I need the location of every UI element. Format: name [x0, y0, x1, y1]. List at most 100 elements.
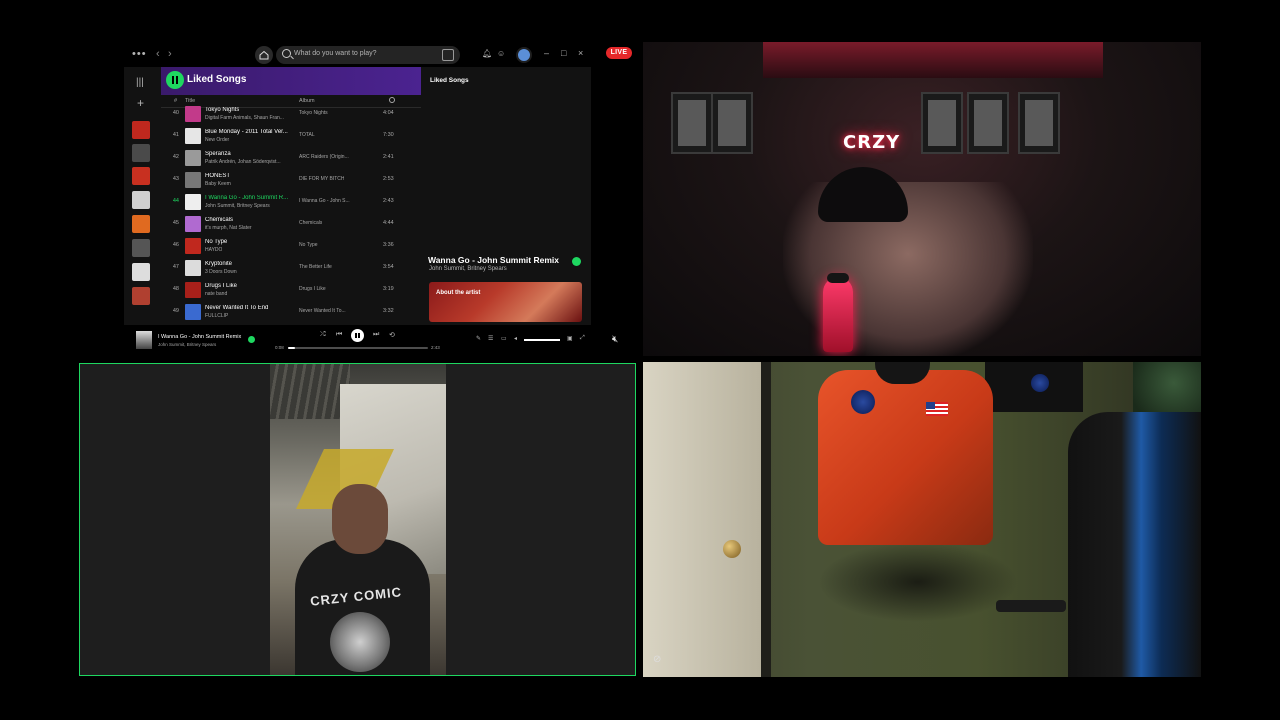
- rail-playlist-thumb[interactable]: [132, 121, 150, 139]
- track-artist[interactable]: Baby Keem: [205, 181, 231, 187]
- previous-icon[interactable]: ⏮︎: [336, 331, 342, 339]
- track-duration: 3:54: [383, 264, 394, 270]
- liked-check-icon[interactable]: [248, 336, 255, 343]
- track-artist[interactable]: it's murph, Nat Slater: [205, 225, 252, 231]
- track-artist[interactable]: 3 Doors Down: [205, 269, 237, 275]
- close-icon[interactable]: ×: [578, 48, 583, 58]
- friends-icon[interactable]: ☺: [497, 49, 505, 58]
- track-cover: [185, 172, 201, 188]
- shuffle-icon[interactable]: ⤮: [320, 331, 326, 339]
- repeat-icon[interactable]: ⟲: [389, 331, 395, 339]
- track-album[interactable]: Drugs I Like: [299, 286, 326, 292]
- track-row[interactable]: 43 HONEST Baby Keem DIE FOR MY BITCH 2:53: [161, 169, 421, 191]
- home-button[interactable]: [255, 46, 273, 64]
- track-artist[interactable]: New Order: [205, 137, 229, 143]
- rail-playlist-thumb[interactable]: [132, 191, 150, 209]
- track-title[interactable]: Kryptonite: [205, 261, 232, 267]
- track-title[interactable]: HONEST: [205, 173, 230, 179]
- track-number: 45: [172, 220, 179, 226]
- track-title[interactable]: Tokyo Nights: [205, 107, 239, 113]
- track-album[interactable]: TOTAL: [299, 132, 315, 138]
- shirt-graphic: [330, 612, 390, 672]
- track-title[interactable]: No Type: [205, 239, 227, 245]
- rail-playlist-thumb[interactable]: [132, 215, 150, 233]
- track-artist[interactable]: John Summit, Britney Spears: [205, 203, 270, 209]
- track-title[interactable]: Drugs I Like: [205, 283, 237, 289]
- track-artist[interactable]: HAYDO: [205, 247, 222, 253]
- room-camera-panel[interactable]: ⊘: [643, 362, 1201, 677]
- track-album[interactable]: Tokyo Nights: [299, 110, 328, 116]
- search-input[interactable]: What do you want to play?: [276, 46, 460, 64]
- ceiling-light: [763, 42, 1103, 78]
- next-icon[interactable]: ⏭︎: [373, 331, 379, 339]
- track-album[interactable]: ARC Raiders (Origin...: [299, 154, 349, 160]
- pause-button[interactable]: [166, 71, 184, 89]
- about-artist-card[interactable]: About the artist: [429, 282, 582, 322]
- track-artist[interactable]: Digital Farm Animals, Shaun Fran...: [205, 115, 284, 121]
- track-row[interactable]: 48 Drugs I Like nate band Drugs I Like 3:19: [161, 279, 421, 301]
- total-time: 2:43: [431, 345, 440, 350]
- rail-playlist-thumb[interactable]: [132, 287, 150, 305]
- track-row[interactable]: 44 I Wanna Go - John Summit R... John Summ…: [161, 191, 421, 213]
- track-album[interactable]: The Better Life: [299, 264, 332, 270]
- now-playing-panel: Liked Songs Wanna Go - John Summit Remix…: [424, 67, 591, 325]
- now-playing-title[interactable]: Wanna Go - John Summit Remix: [428, 255, 559, 265]
- rail-playlist-thumb[interactable]: [132, 167, 150, 185]
- fullscreen-icon[interactable]: ⤢: [580, 335, 585, 342]
- track-row[interactable]: 41 Blue Monday - 2011 Total Ver... New Ord…: [161, 125, 421, 147]
- volume-slider[interactable]: [524, 339, 560, 341]
- track-row[interactable]: 45 Chemicals it's murph, Nat Slater Chemica…: [161, 213, 421, 235]
- track-album[interactable]: I Wanna Go - John S...: [299, 198, 350, 204]
- track-album[interactable]: DIE FOR MY BITCH: [299, 176, 344, 182]
- rail-playlist-thumb[interactable]: [132, 239, 150, 257]
- liked-check-icon[interactable]: [572, 257, 581, 266]
- avatar[interactable]: [516, 47, 532, 63]
- track-artist[interactable]: Patrik Andrén, Johan Söderqvist...: [205, 159, 281, 165]
- track-title[interactable]: Chemicals: [205, 217, 233, 223]
- muted-speaker-icon[interactable]: 🔇︎: [612, 334, 618, 345]
- track-cover: [185, 194, 201, 210]
- track-row[interactable]: 40 Tokyo Nights Digital Farm Animals, Shau…: [161, 103, 421, 125]
- minimize-icon[interactable]: –: [544, 48, 549, 58]
- track-title[interactable]: Speranza: [205, 151, 231, 157]
- rail-playlist-thumb[interactable]: [132, 263, 150, 281]
- mic-icon[interactable]: ✎: [476, 335, 481, 342]
- track-album[interactable]: Never Wanted It To...: [299, 308, 346, 314]
- video-call-panel[interactable]: CRZY COMIC: [79, 363, 636, 676]
- rail-playlist-thumb[interactable]: [132, 144, 150, 162]
- device-icon[interactable]: ▭: [501, 335, 507, 342]
- track-title[interactable]: Blue Monday - 2011 Total Ver...: [205, 129, 288, 135]
- miniplayer-icon[interactable]: ▣: [567, 335, 573, 342]
- maximize-icon[interactable]: □: [561, 48, 566, 58]
- bell-icon[interactable]: 🔔︎: [482, 49, 492, 58]
- camera-off-icon[interactable]: ⊘: [653, 654, 661, 665]
- track-title[interactable]: I Wanna Go - John Summit R...: [205, 195, 288, 201]
- menu-icon[interactable]: •••: [132, 48, 147, 60]
- track-album[interactable]: No Type: [299, 242, 318, 248]
- track-row[interactable]: 42 Speranza Patrik Andrén, Johan Söderqvis…: [161, 147, 421, 169]
- track-row[interactable]: 46 No Type HAYDO No Type 3:36: [161, 235, 421, 257]
- progress-bar[interactable]: [288, 347, 428, 349]
- now-playing-artist[interactable]: John Summit, Britney Spears: [429, 266, 507, 272]
- browse-icon[interactable]: [442, 49, 454, 61]
- track-row[interactable]: 47 Kryptonite 3 Doors Down The Better Life 3…: [161, 257, 421, 279]
- track-artist[interactable]: nate band: [205, 291, 227, 297]
- track-cover: [185, 260, 201, 276]
- library-icon[interactable]: |||: [136, 77, 144, 88]
- track-artist[interactable]: FULLCLIP: [205, 313, 228, 319]
- add-icon[interactable]: +: [137, 96, 144, 110]
- queue-icon[interactable]: ☰: [488, 335, 493, 342]
- webcam-panel-streamer[interactable]: CRZY: [643, 42, 1201, 356]
- track-album[interactable]: Chemicals: [299, 220, 322, 226]
- player-track-title[interactable]: I Wanna Go - John Summit Remix: [158, 334, 241, 340]
- track-title[interactable]: Never Wanted It To End: [205, 305, 268, 311]
- now-playing-cover[interactable]: [136, 331, 152, 349]
- forward-arrow-icon[interactable]: ›: [168, 48, 172, 60]
- player-track-artist[interactable]: John Summit, Britney Spears: [158, 342, 216, 347]
- pause-button[interactable]: [351, 329, 364, 342]
- search-placeholder: What do you want to play?: [294, 50, 377, 57]
- back-arrow-icon[interactable]: ‹: [156, 48, 160, 60]
- track-row[interactable]: 49 Never Wanted It To End FULLCLIP Never Wa…: [161, 301, 421, 323]
- track-number: 41: [172, 132, 179, 138]
- volume-icon[interactable]: ◂: [514, 335, 517, 342]
